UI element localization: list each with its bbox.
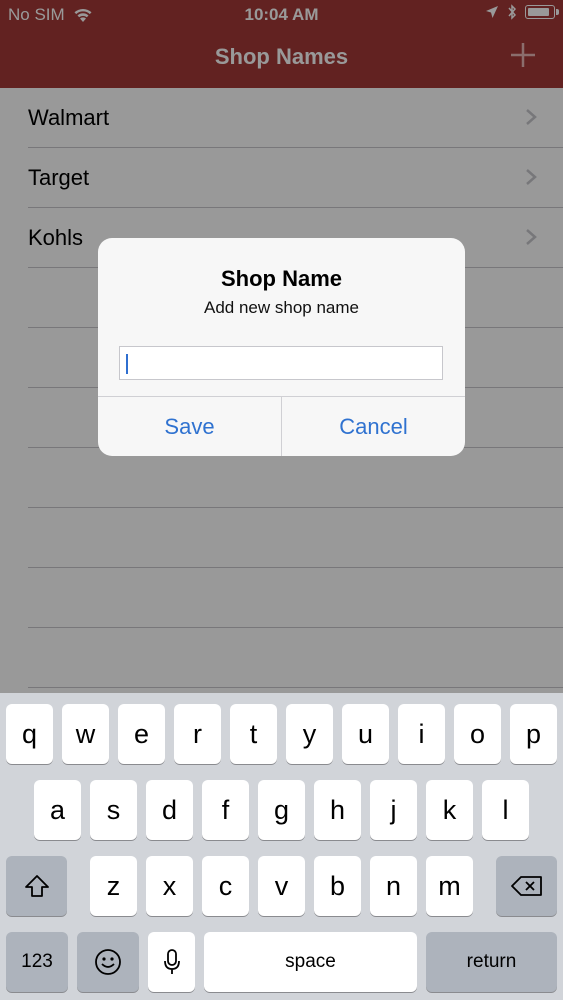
key-u[interactable]: u: [342, 704, 389, 764]
key-v[interactable]: v: [258, 856, 305, 916]
key-a[interactable]: a: [34, 780, 81, 840]
dictation-key[interactable]: [148, 932, 195, 992]
emoji-key[interactable]: [77, 932, 139, 992]
space-key[interactable]: space: [204, 932, 417, 992]
shift-icon: [24, 875, 49, 897]
key-h[interactable]: h: [314, 780, 361, 840]
key-k[interactable]: k: [426, 780, 473, 840]
keyboard: q w e r t y u i o p a s d f g h j k l z …: [0, 693, 563, 1000]
alert-title: Shop Name: [220, 266, 343, 291]
key-l[interactable]: l: [482, 780, 529, 840]
shop-name-input[interactable]: [130, 347, 434, 381]
key-w[interactable]: w: [62, 704, 109, 764]
key-d[interactable]: d: [146, 780, 193, 840]
shop-name-field[interactable]: [119, 346, 443, 381]
key-t[interactable]: t: [230, 704, 277, 764]
key-f[interactable]: f: [202, 780, 249, 840]
key-i[interactable]: i: [398, 704, 445, 764]
key-q[interactable]: q: [6, 704, 53, 764]
key-b[interactable]: b: [314, 856, 361, 916]
key-c[interactable]: c: [202, 856, 249, 916]
key-z[interactable]: z: [90, 856, 137, 916]
numbers-key[interactable]: 123: [6, 932, 68, 992]
alert-message: Add new shop name: [204, 298, 359, 317]
delete-key[interactable]: [496, 856, 557, 916]
key-j[interactable]: j: [370, 780, 417, 840]
text-cursor: [126, 354, 128, 374]
key-r[interactable]: r: [174, 704, 221, 764]
cancel-button[interactable]: Cancel: [281, 397, 465, 456]
key-s[interactable]: s: [90, 780, 137, 840]
key-x[interactable]: x: [146, 856, 193, 916]
shift-key[interactable]: [6, 856, 67, 916]
key-y[interactable]: y: [286, 704, 333, 764]
microphone-icon: [163, 949, 180, 974]
save-button[interactable]: Save: [98, 397, 281, 456]
key-n[interactable]: n: [370, 856, 417, 916]
key-g[interactable]: g: [258, 780, 305, 840]
key-m[interactable]: m: [426, 856, 473, 916]
key-e[interactable]: e: [118, 704, 165, 764]
shop-name-alert: Shop Name Add new shop name Save Cancel: [98, 238, 465, 456]
delete-icon: [510, 876, 542, 896]
alert-button-row: Save Cancel: [98, 396, 465, 456]
key-o[interactable]: o: [454, 704, 501, 764]
emoji-icon: [95, 949, 121, 975]
return-key[interactable]: return: [426, 932, 557, 992]
key-p[interactable]: p: [510, 704, 557, 764]
